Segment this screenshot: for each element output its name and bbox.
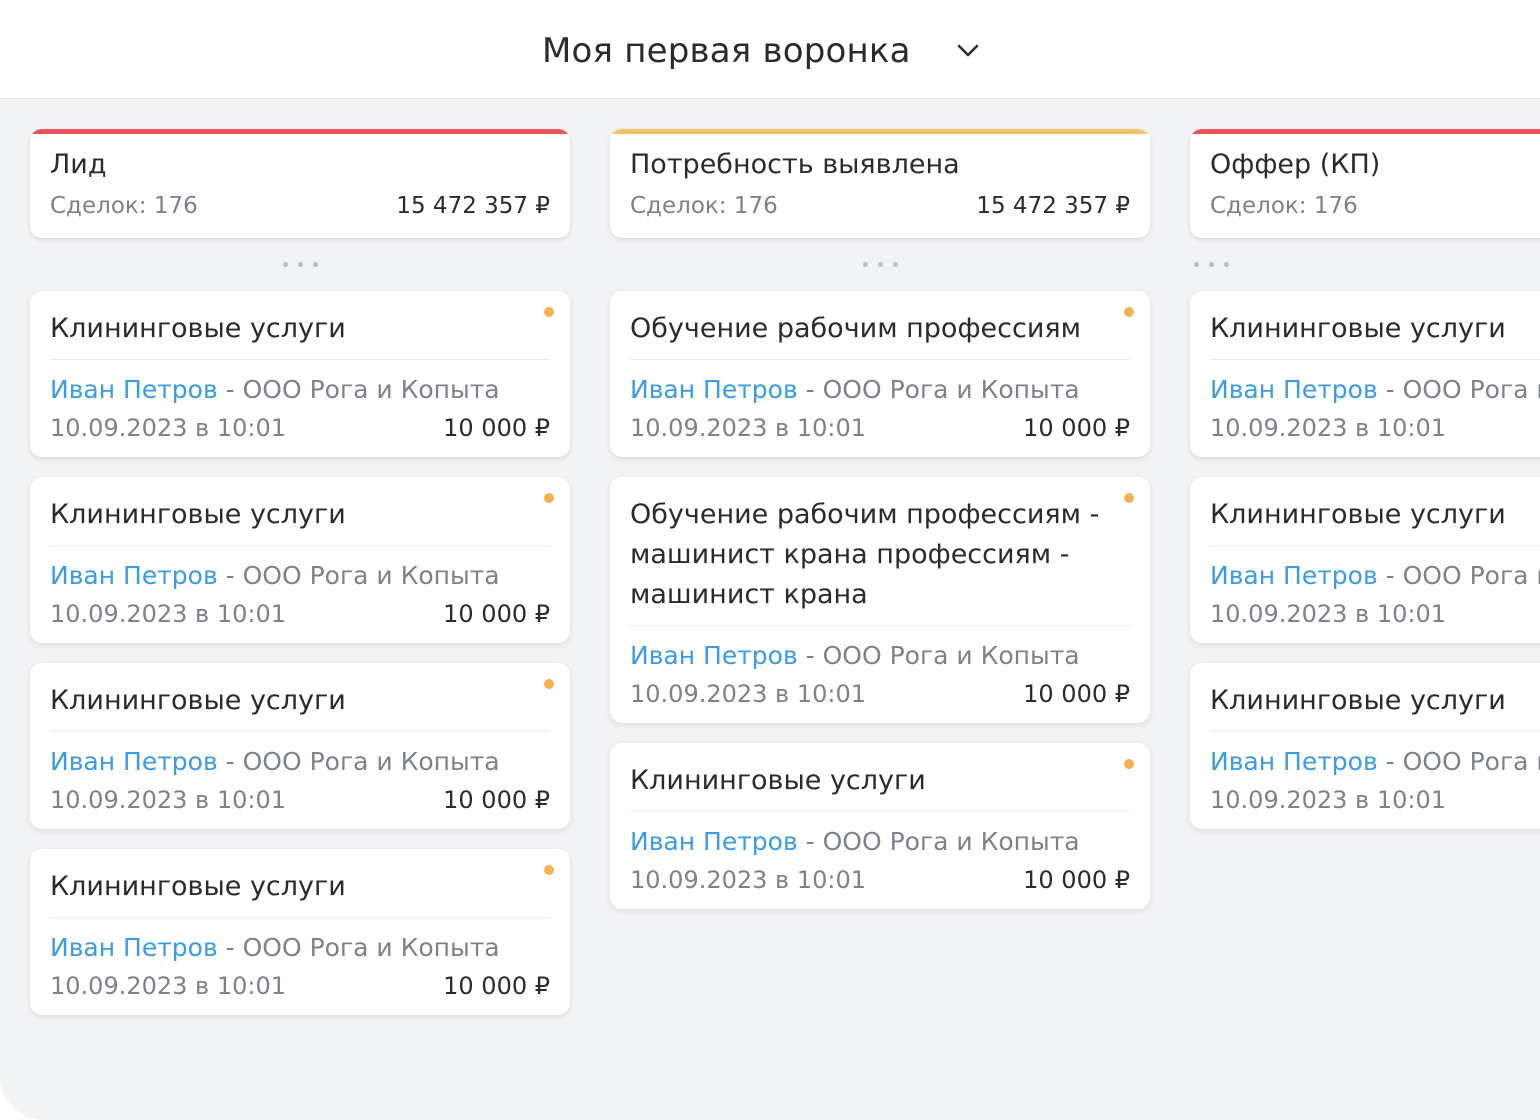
company-name: ООО Рога и: [1402, 375, 1540, 404]
crm-board: Моя первая воронка Лид Сделок: 176 15 47…: [0, 0, 1540, 1120]
contact-link[interactable]: Иван Петров: [50, 933, 218, 962]
top-bar: Моя первая воронка: [0, 0, 1540, 99]
stage-name: Лид: [50, 149, 107, 180]
deal-card[interactable]: Клининговые услуги Иван Петров - ООО Рог…: [30, 291, 570, 457]
contact-link[interactable]: Иван Петров: [630, 375, 798, 404]
contact-separator: -: [1377, 747, 1403, 776]
deal-title: Клининговые услуги: [630, 761, 1130, 812]
contact-separator: -: [217, 747, 243, 776]
stage-column-offer: Оффер (КП) Сделок: 176 Клининговые услуг…: [1190, 129, 1540, 849]
contact-separator: -: [1377, 561, 1403, 590]
status-dot-icon: [544, 307, 554, 317]
more-options-icon[interactable]: [30, 238, 570, 291]
deal-title: Клининговые услуги: [1210, 495, 1540, 546]
contact-link[interactable]: Иван Петров: [1210, 747, 1378, 776]
contact-separator: -: [217, 933, 243, 962]
deal-date: 10.09.2023 в 10:01: [630, 414, 866, 442]
more-options-icon[interactable]: [610, 238, 1150, 291]
stage-column-need-identified: Потребность выявлена Сделок: 176 15 472 …: [610, 129, 1150, 929]
deal-date: 10.09.2023 в 10:01: [1210, 600, 1446, 628]
contact-separator: -: [797, 641, 823, 670]
deal-date: 10.09.2023 в 10:01: [50, 414, 286, 442]
deal-date: 10.09.2023 в 10:01: [630, 680, 866, 708]
deal-date: 10.09.2023 в 10:01: [50, 972, 286, 1000]
deal-card[interactable]: Клининговые услуги Иван Петров - ООО Рог…: [30, 663, 570, 829]
company-name: ООО Рога и Копыта: [242, 747, 500, 776]
stage-column-lead: Лид Сделок: 176 15 472 357 ₽ Клининговые…: [30, 129, 570, 1035]
contact-link[interactable]: Иван Петров: [630, 641, 798, 670]
deal-card[interactable]: Клининговые услуги Иван Петров - ООО Рог…: [30, 849, 570, 1015]
more-options-icon[interactable]: [1190, 238, 1540, 291]
stage-total-sum: 15 472 357 ₽: [396, 193, 550, 219]
stage-color-bar: [30, 129, 570, 134]
contact-link[interactable]: Иван Петров: [50, 561, 218, 590]
contact-separator: -: [797, 827, 823, 856]
stage-header[interactable]: Оффер (КП) Сделок: 176: [1190, 129, 1540, 238]
deal-title: Клининговые услуги: [50, 495, 550, 546]
deal-card[interactable]: Клининговые услуги Иван Петров - ООО Рог…: [610, 743, 1150, 909]
deal-title: Клининговые услуги: [50, 867, 550, 918]
contact-separator: -: [1377, 375, 1403, 404]
contact-separator: -: [217, 375, 243, 404]
status-dot-icon: [544, 865, 554, 875]
deal-date: 10.09.2023 в 10:01: [1210, 786, 1446, 814]
contact-link[interactable]: Иван Петров: [1210, 375, 1378, 404]
deal-amount: 10 000 ₽: [1023, 866, 1130, 894]
deal-amount: 10 000 ₽: [1023, 680, 1130, 708]
company-name: ООО Рога и Копыта: [242, 561, 500, 590]
deal-date: 10.09.2023 в 10:01: [50, 786, 286, 814]
stage-color-bar: [610, 129, 1150, 134]
deal-amount: 10 000 ₽: [1023, 414, 1130, 442]
contact-separator: -: [217, 561, 243, 590]
stage-header[interactable]: Лид Сделок: 176 15 472 357 ₽: [30, 129, 570, 238]
status-dot-icon: [1124, 759, 1134, 769]
deal-amount: 10 000 ₽: [443, 414, 550, 442]
contact-link[interactable]: Иван Петров: [630, 827, 798, 856]
deal-card[interactable]: Клининговые услуги Иван Петров - ООО Рог…: [1190, 663, 1540, 829]
deal-amount: 10 000 ₽: [443, 786, 550, 814]
deal-title: Клининговые услуги: [50, 309, 550, 360]
deal-card[interactable]: Обучение рабочим профессиям - машинист к…: [610, 477, 1150, 723]
stage-header[interactable]: Потребность выявлена Сделок: 176 15 472 …: [610, 129, 1150, 238]
company-name: ООО Рога и Копыта: [822, 827, 1080, 856]
deal-card[interactable]: Клининговые услуги Иван Петров - ООО Рог…: [1190, 477, 1540, 643]
deal-date: 10.09.2023 в 10:01: [630, 866, 866, 894]
deal-title: Обучение рабочим профессиям: [630, 309, 1130, 360]
deal-count: Сделок: 176: [50, 193, 198, 219]
status-dot-icon: [1124, 307, 1134, 317]
deal-amount: 10 000 ₽: [443, 600, 550, 628]
stage-name: Оффер (КП): [1210, 149, 1381, 180]
stage-color-bar: [1190, 129, 1540, 134]
deal-title: Клининговые услуги: [50, 681, 550, 732]
chevron-down-icon[interactable]: [955, 38, 981, 64]
company-name: ООО Рога и Копыта: [822, 375, 1080, 404]
deal-card[interactable]: Клининговые услуги Иван Петров - ООО Рог…: [30, 477, 570, 643]
funnel-title: Моя первая воронка: [542, 31, 911, 71]
deal-count: Сделок: 176: [630, 193, 778, 219]
stage-name: Потребность выявлена: [630, 149, 960, 180]
deal-card[interactable]: Обучение рабочим профессиям Иван Петров …: [610, 291, 1150, 457]
deal-card[interactable]: Клининговые услуги Иван Петров - ООО Рог…: [1190, 291, 1540, 457]
status-dot-icon: [1124, 493, 1134, 503]
contact-link[interactable]: Иван Петров: [50, 375, 218, 404]
stage-total-sum: 15 472 357 ₽: [976, 193, 1130, 219]
deal-title: Клининговые услуги: [1210, 681, 1540, 732]
contact-link[interactable]: Иван Петров: [1210, 561, 1378, 590]
contact-separator: -: [797, 375, 823, 404]
contact-link[interactable]: Иван Петров: [50, 747, 218, 776]
deal-amount: 10 000 ₽: [443, 972, 550, 1000]
deal-count: Сделок: 176: [1210, 193, 1358, 219]
company-name: ООО Рога и Копыта: [242, 375, 500, 404]
status-dot-icon: [544, 493, 554, 503]
deal-title: Клининговые услуги: [1210, 309, 1540, 360]
deal-date: 10.09.2023 в 10:01: [50, 600, 286, 628]
company-name: ООО Рога и: [1402, 561, 1540, 590]
company-name: ООО Рога и Копыта: [242, 933, 500, 962]
deal-title: Обучение рабочим профессиям - машинист к…: [630, 495, 1130, 626]
funnel-selector[interactable]: Моя первая воронка: [542, 28, 981, 74]
status-dot-icon: [544, 679, 554, 689]
company-name: ООО Рога и Копыта: [822, 641, 1080, 670]
company-name: ООО Рога и: [1402, 747, 1540, 776]
deal-date: 10.09.2023 в 10:01: [1210, 414, 1446, 442]
